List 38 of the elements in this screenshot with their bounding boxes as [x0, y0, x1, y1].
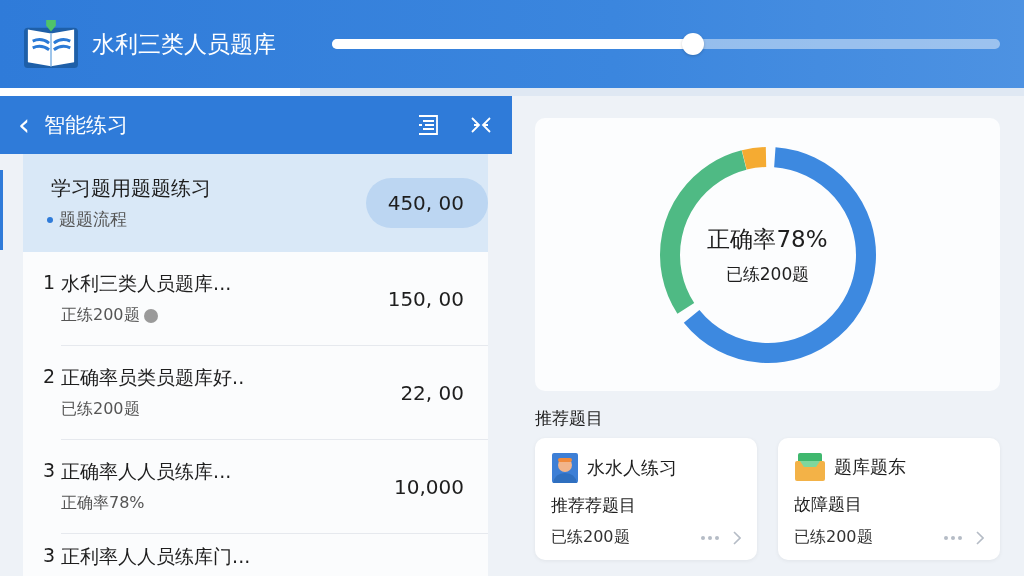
value-badge: 450, 00 — [365, 178, 488, 228]
collapse-icon[interactable] — [470, 115, 492, 135]
row-title: 正确率员类员题库好.. — [61, 365, 245, 390]
row-subtitle: 正练200题 — [61, 305, 140, 326]
panel-title: 智能练习 — [44, 112, 128, 139]
row-value: 10,000 — [394, 474, 465, 499]
book-icon — [22, 18, 80, 70]
row-value: 150, 00 — [387, 286, 465, 311]
card-subtitle: 推荐荐题目 — [551, 494, 637, 517]
card-subtitle: 故障题目 — [794, 493, 863, 516]
card-count: 已练200题 — [551, 527, 630, 548]
row-number: 3 — [43, 544, 56, 568]
row-number: 3 — [43, 459, 56, 483]
section-heading: 推荐题目 — [535, 407, 603, 430]
item-title: 学习题用题题练习 — [51, 175, 212, 202]
progress-slider[interactable] — [332, 33, 1000, 55]
app-title: 水利三类人员题库 — [92, 29, 276, 59]
row-subtitle: 已练200题 — [61, 399, 140, 420]
worker-icon — [551, 452, 579, 484]
slider-thumb[interactable] — [681, 33, 704, 55]
row-number: 2 — [43, 365, 56, 389]
card-title: 题库题东 — [834, 455, 906, 479]
folder-icon — [794, 452, 826, 482]
featured-item[interactable]: 学习题用题题练习 题题流程 450, 00 — [23, 154, 488, 252]
row-title: 正利率人人员练库门... — [61, 544, 251, 569]
row-title: 水利三类人员题库... — [61, 271, 232, 296]
bullet-icon — [47, 216, 53, 223]
item-subtitle: 题题流程 — [59, 208, 127, 231]
practice-count: 已练200题 — [725, 262, 810, 286]
accuracy-value: 正确率78% — [707, 224, 828, 254]
back-button[interactable]: ‹ — [14, 110, 34, 140]
list-icon[interactable] — [416, 114, 440, 136]
card-count: 已练200题 — [794, 527, 873, 548]
row-value: 22, 00 — [400, 380, 465, 405]
row-subtitle: 正确率78% — [61, 493, 145, 514]
card-title: 水水人练习 — [587, 456, 677, 480]
row-number: 1 — [43, 271, 56, 295]
row-title: 正确率人人员练库... — [61, 459, 232, 484]
